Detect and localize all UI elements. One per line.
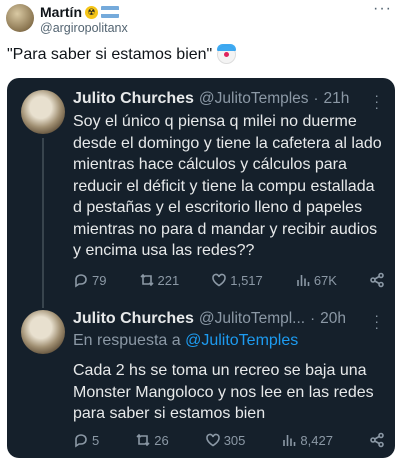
avatar[interactable] <box>21 310 65 354</box>
thread-connector <box>42 138 44 308</box>
reply-count: 5 <box>92 432 100 448</box>
reply-button[interactable]: 79 <box>73 272 106 288</box>
repost-button[interactable]: 221 <box>139 272 180 288</box>
view-count: 8,427 <box>300 432 333 448</box>
author-name[interactable]: Julito Churches <box>73 90 194 108</box>
avatar[interactable] <box>6 4 34 32</box>
reply-button[interactable]: 5 <box>73 432 99 448</box>
repost-count: 221 <box>157 272 180 288</box>
repost-icon <box>136 433 150 447</box>
more-options-icon[interactable]: ··· <box>374 88 379 114</box>
quoted-tweet-header: Julito Churches @JulitoTemples · 21h <box>73 90 349 108</box>
radioactive-emoji-icon: ☢ <box>85 5 98 19</box>
action-bar: 79 221 1,517 67K <box>73 272 385 288</box>
like-count: 305 <box>223 432 246 448</box>
reply-icon <box>75 434 87 448</box>
views-icon <box>283 435 296 446</box>
heart-icon <box>205 433 220 447</box>
action-bar: 5 26 305 8,427 <box>73 432 385 448</box>
share-icon <box>370 432 384 448</box>
author-handle[interactable]: @JulitoTemples <box>199 90 309 108</box>
quoted-tweet-header: Julito Churches @JulitoTempl... · 20h <box>73 310 346 328</box>
repost-button[interactable]: 26 <box>135 432 169 448</box>
views-button[interactable]: 8,427 <box>281 432 333 448</box>
author-name[interactable]: Julito Churches <box>73 310 194 328</box>
separator-dot: · <box>310 310 316 327</box>
author-row: Martín ☢ <box>40 4 119 20</box>
tweet-text: "Para saber si estamos bien" <box>7 44 237 64</box>
reply-prefix: En respuesta a <box>73 332 181 349</box>
tweet-body: Soy el único q piensa q milei no duerme … <box>73 113 382 259</box>
reply-context: En respuesta a @JulitoTemples <box>73 332 298 350</box>
more-options-icon[interactable]: ··· <box>373 0 392 18</box>
repost-icon <box>139 273 154 287</box>
reply-mention-link[interactable]: @JulitoTemples <box>185 332 298 349</box>
views-button[interactable]: 67K <box>295 272 337 288</box>
views-icon <box>297 275 310 286</box>
share-button[interactable] <box>369 272 385 288</box>
quoted-thread-card[interactable]: Julito Churches @JulitoTemples · 21h · · ·… <box>7 78 395 458</box>
timestamp[interactable]: 20h <box>320 310 346 328</box>
timestamp[interactable]: 21h <box>324 90 350 108</box>
tweet-text-content: "Para saber si estamos bien" <box>7 45 213 63</box>
like-button[interactable]: 305 <box>205 432 246 448</box>
avatar[interactable] <box>21 90 65 134</box>
like-count: 1,517 <box>230 272 263 288</box>
share-icon <box>370 272 384 288</box>
more-options-icon[interactable]: ··· <box>374 308 379 334</box>
flag-icon <box>101 6 119 18</box>
author-handle[interactable]: @JulitoTempl... <box>199 310 305 328</box>
reply-icon <box>75 274 87 288</box>
heart-icon <box>212 273 227 287</box>
separator-dot: · <box>313 90 319 107</box>
reply-count: 79 <box>92 272 107 288</box>
author-handle[interactable]: @argiropolitanx <box>40 21 128 35</box>
share-button[interactable] <box>369 432 385 448</box>
author-name[interactable]: Martín <box>40 4 82 20</box>
clown-emoji-icon <box>217 44 237 64</box>
like-button[interactable]: 1,517 <box>211 272 263 288</box>
view-count: 67K <box>313 272 337 288</box>
tweet-body: Cada 2 hs se toma un recreo se baja una … <box>73 362 374 422</box>
repost-count: 26 <box>154 432 169 448</box>
